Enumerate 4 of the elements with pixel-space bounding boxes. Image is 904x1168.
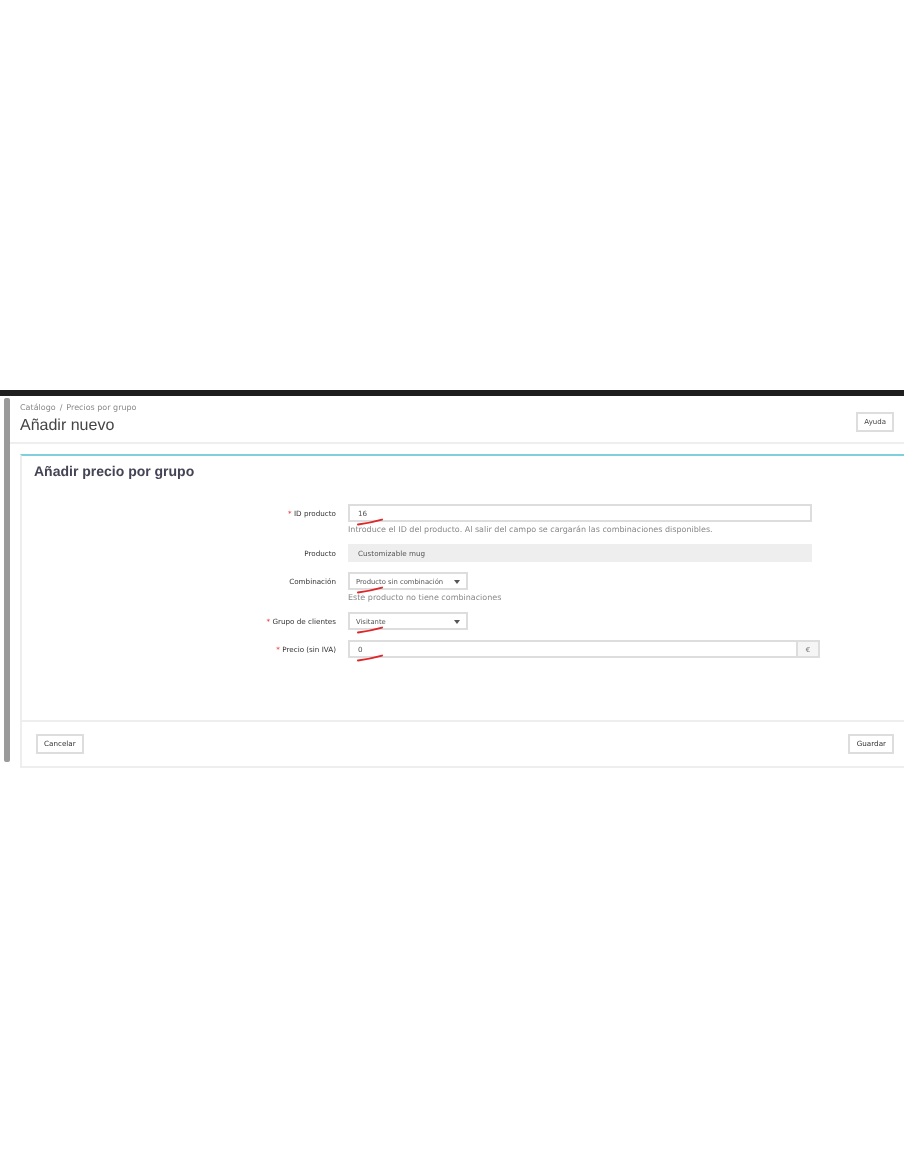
scrollbar[interactable]: [4, 398, 10, 762]
caret-icon: [454, 579, 460, 583]
page-title: Añadir nuevo: [20, 416, 117, 434]
caret-icon: [454, 619, 460, 623]
